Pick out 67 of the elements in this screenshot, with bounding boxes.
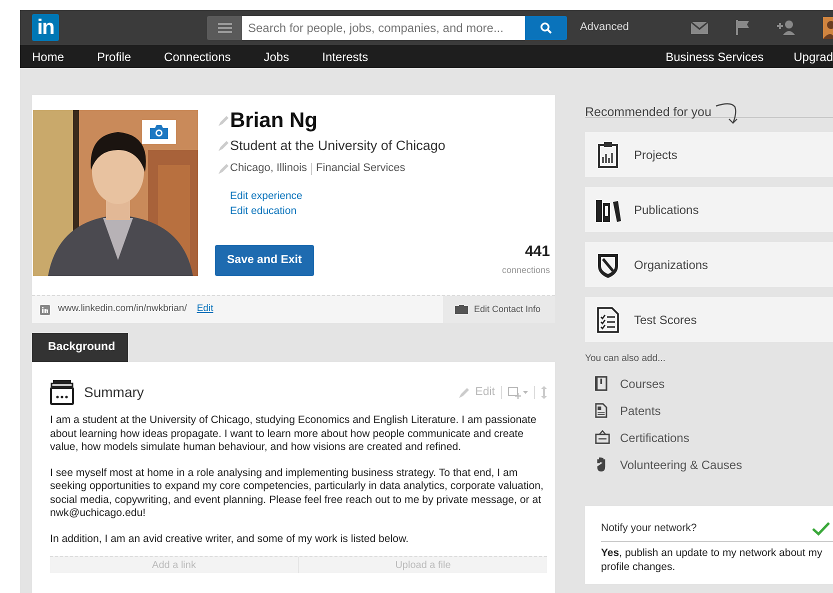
checklist-icon	[596, 306, 622, 332]
mail-icon[interactable]	[691, 22, 708, 34]
also-add-heading: You can also add...	[585, 352, 666, 366]
connections-count[interactable]: 441	[502, 244, 550, 260]
edit-link[interactable]: Edit education	[230, 204, 555, 219]
section-title: Summary	[84, 383, 144, 402]
nav-link-item[interactable]: Profile	[97, 48, 132, 66]
also-add-item[interactable]: Courses	[585, 370, 833, 398]
document-icon	[595, 403, 610, 418]
item-label: Certifications	[620, 430, 690, 447]
nav-link-item[interactable]: Jobs	[264, 48, 290, 66]
avatar-icon[interactable]	[823, 16, 833, 38]
edit-link[interactable]: Edit experience	[230, 188, 555, 204]
nav-link-item[interactable]: Connections	[164, 48, 231, 66]
checkmark-icon[interactable]	[812, 522, 830, 536]
also-add-item[interactable]: Certifications	[585, 424, 833, 452]
profile-url: www.linkedin.com/in/nwkbrian/	[58, 302, 187, 316]
certificate-icon	[595, 430, 610, 446]
nav-link-item[interactable]: Business Services	[666, 48, 764, 66]
item-label: Patents	[620, 402, 661, 420]
add-person-icon[interactable]	[777, 20, 795, 35]
notify-label: Notify your network?	[601, 521, 697, 536]
item-label: Test Scores	[634, 312, 697, 328]
background-tab[interactable]: Background	[32, 333, 128, 362]
logo[interactable]: in	[32, 14, 59, 41]
camera-icon	[150, 125, 168, 139]
nav-link-item[interactable]: Home	[32, 48, 64, 66]
recommended-heading: Recommended for you	[585, 104, 712, 121]
recommended-item[interactable]: Organizations	[585, 242, 833, 287]
advanced-link[interactable]: Advanced	[580, 19, 629, 36]
notify-description: Yes, publish an update to my network about my profile changes.	[601, 546, 824, 574]
also-add-item[interactable]: Patents	[585, 397, 833, 424]
linkedin-icon	[40, 304, 50, 314]
search-button[interactable]	[525, 16, 567, 40]
item-label: Volunteering & Causes	[620, 456, 742, 474]
pencil-icon	[459, 388, 470, 398]
add-media-icon[interactable]	[508, 386, 528, 399]
summary-paragraph: In addition, I am an avid creative writer, and some of my work is listed below.	[50, 532, 410, 546]
recommended-item[interactable]: Publications	[585, 187, 833, 232]
nav-link-item[interactable]: Interests	[322, 48, 368, 66]
recommended-item[interactable]: Test Scores	[585, 297, 833, 342]
search-field[interactable]: Search for people, jobs, companies, and more...	[242, 16, 525, 40]
flag-icon[interactable]	[736, 20, 749, 35]
item-label: Projects	[634, 146, 678, 164]
location: Chicago, Illinois	[230, 161, 308, 176]
card-icon	[455, 305, 468, 314]
notebook-icon	[595, 376, 610, 392]
summary-paragraph: I am a student at the University of Chicago, studying Economics and English Literature. I am passionate about learning how ideas propagate. I want to learn more about how people communicate and create value, how models simulate human behaviour, and how visions are created and refined.	[50, 414, 538, 455]
edit-link[interactable]: Edit	[196, 302, 214, 317]
also-add-item[interactable]: Volunteering & Causes	[585, 451, 833, 478]
camera-button[interactable]	[142, 120, 176, 144]
industry: Financial Services	[316, 161, 406, 176]
edit-contact-info-button[interactable]: Edit Contact Info	[443, 296, 555, 323]
menu-button[interactable]	[207, 16, 242, 40]
menu-icon	[218, 22, 232, 32]
item-label: Courses	[620, 376, 665, 393]
recommended-item[interactable]: Projects	[585, 132, 833, 177]
nav-link-item[interactable]: Upgrad	[794, 48, 833, 66]
search-icon	[540, 22, 552, 34]
profile-name: Brian Ng	[230, 110, 318, 132]
summary-icon	[50, 380, 74, 406]
summary-paragraph: I see myself most at home in a role analysing and implementing business strategy. To that end, I am seeking opportunities to expand my core competencies, particularly in data analytics, corporate valuation, social media, copywriting, and event planning. Please feel free reach out to me by private message, or at nwk@uchicago.edu!	[50, 466, 544, 521]
headline: Student at the University of Chicago	[230, 137, 446, 155]
item-label: Publications	[634, 202, 699, 218]
connections-label: connections	[502, 265, 550, 275]
item-label: Organizations	[634, 256, 708, 274]
save-and-exit-button[interactable]: Save and Exit	[215, 245, 314, 276]
